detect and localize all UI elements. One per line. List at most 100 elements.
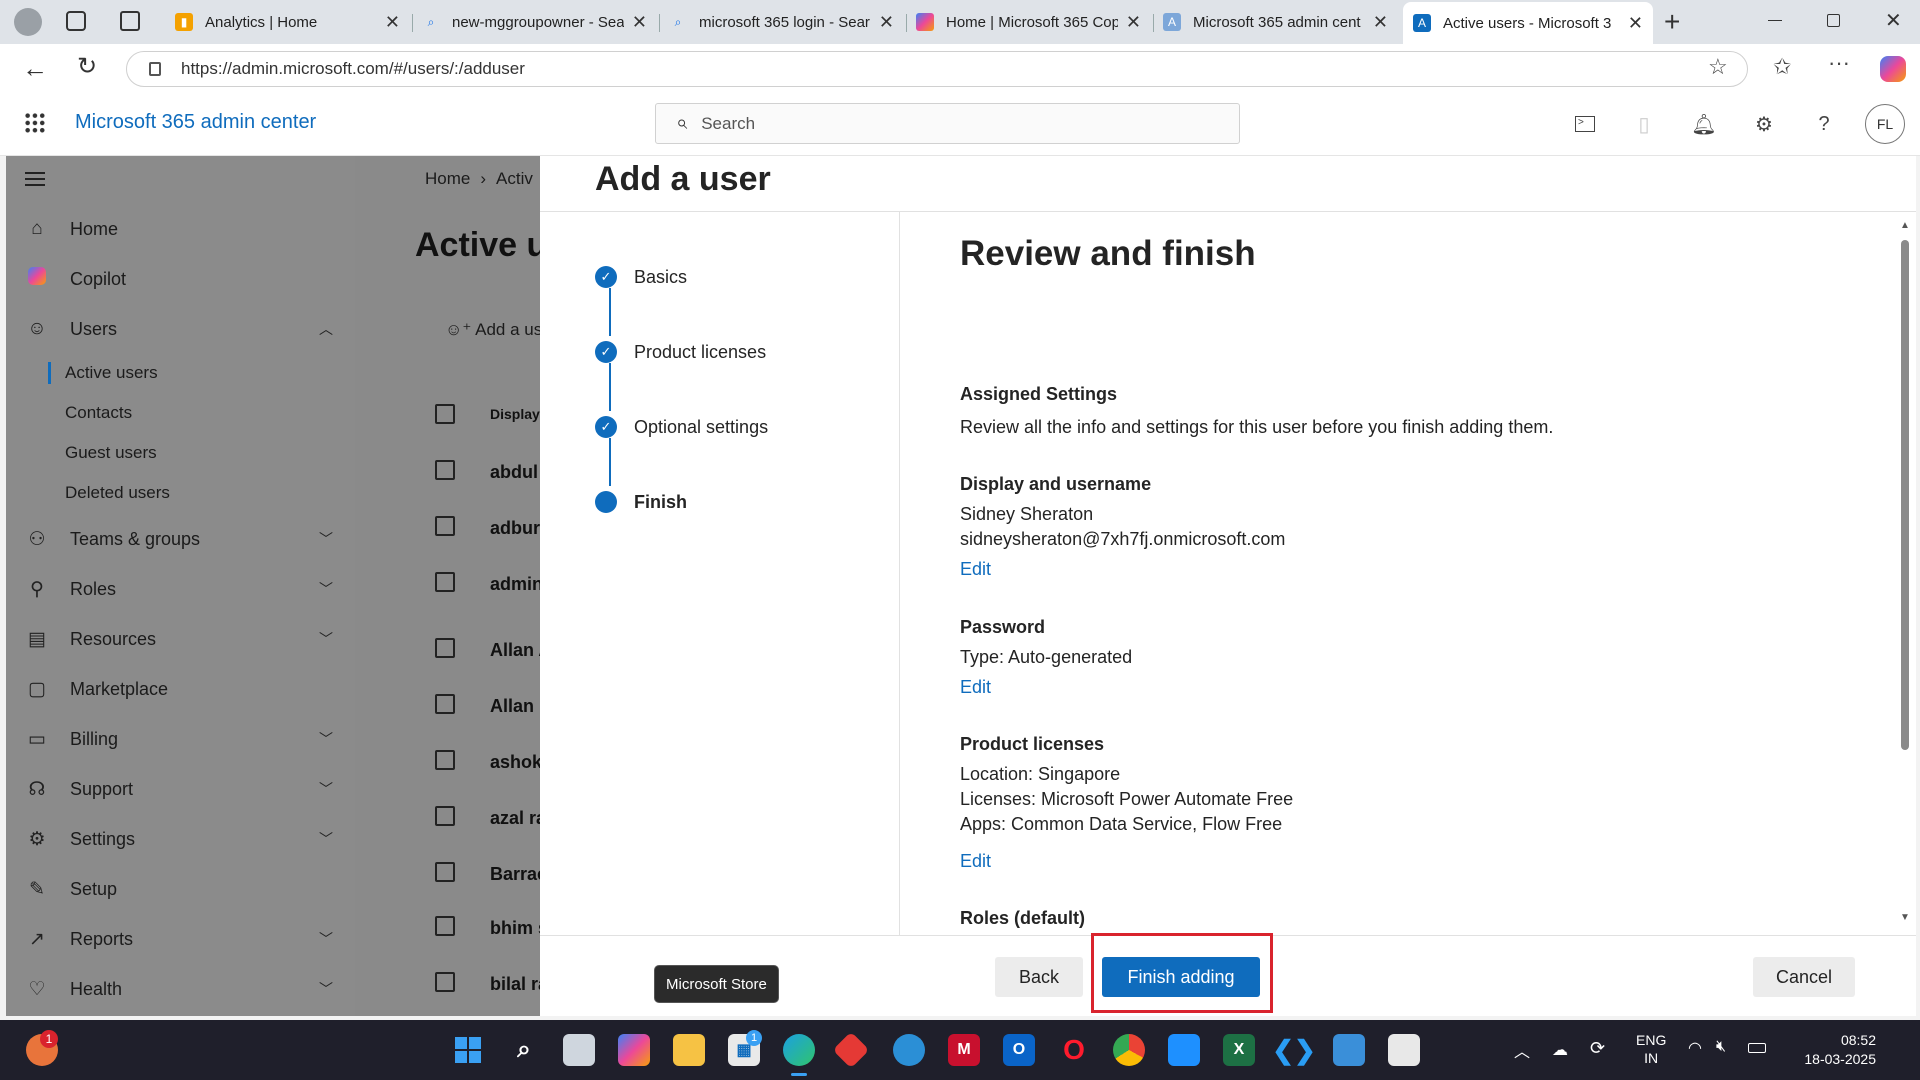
sync-icon[interactable]: ⟳ bbox=[1590, 1038, 1605, 1059]
scrollbar-thumb[interactable] bbox=[1901, 240, 1909, 750]
back-icon[interactable]: ← bbox=[22, 53, 48, 84]
settings-gear-icon[interactable]: ⚙ bbox=[1750, 110, 1778, 138]
back-button[interactable]: Back bbox=[995, 957, 1083, 997]
row-checkbox[interactable] bbox=[435, 516, 455, 536]
copilot-browser-icon[interactable] bbox=[1880, 56, 1906, 82]
row-checkbox[interactable] bbox=[435, 972, 455, 992]
notification-bell-icon[interactable]: 🔔︎ bbox=[1690, 110, 1718, 138]
notepad-icon[interactable] bbox=[1333, 1034, 1365, 1066]
step-basics[interactable]: ✓ Basics bbox=[595, 266, 687, 288]
nav-marketplace[interactable]: ▢ Marketplace bbox=[6, 669, 355, 709]
row-checkbox[interactable] bbox=[435, 572, 455, 592]
edit-password-link[interactable]: Edit bbox=[960, 677, 991, 698]
edge-browser-icon[interactable] bbox=[783, 1034, 815, 1066]
step-product-licenses[interactable]: ✓ Product licenses bbox=[595, 341, 766, 363]
nav-copilot[interactable]: Copilot bbox=[6, 259, 355, 299]
table-row[interactable]: adbur bbox=[490, 518, 540, 539]
scroll-down-icon[interactable]: ▼ bbox=[1900, 912, 1910, 923]
excel-icon[interactable]: X bbox=[1223, 1034, 1255, 1066]
copilot-icon[interactable] bbox=[618, 1034, 650, 1066]
cancel-button[interactable]: Cancel bbox=[1753, 957, 1855, 997]
table-row[interactable]: Barrac bbox=[490, 864, 540, 885]
table-row[interactable]: admin bbox=[490, 574, 540, 595]
table-row[interactable]: abdul bbox=[490, 462, 538, 483]
task-view-icon[interactable] bbox=[563, 1034, 595, 1066]
tab-analytics[interactable]: ▮ Analytics | Home ✕ bbox=[165, 4, 410, 40]
chrome-icon[interactable] bbox=[1113, 1034, 1145, 1066]
workspaces-icon[interactable] bbox=[66, 11, 86, 31]
wifi-icon[interactable]: ◠ bbox=[1688, 1038, 1702, 1058]
close-icon[interactable]: ✕ bbox=[1126, 12, 1141, 33]
edit-display-link[interactable]: Edit bbox=[960, 559, 991, 580]
search-box[interactable]: ⌕ Search bbox=[655, 103, 1240, 144]
nav-setup[interactable]: ✎ Setup bbox=[6, 869, 355, 909]
nav-guest-users[interactable]: Guest users bbox=[65, 443, 157, 463]
nav-roles[interactable]: ⚲ Roles ﹀ bbox=[6, 569, 355, 609]
nav-reports[interactable]: ↗ Reports ﹀ bbox=[6, 919, 355, 959]
tab-active-users[interactable]: A Active users - Microsoft 3 ✕ bbox=[1403, 2, 1653, 44]
snipping-tool-icon[interactable] bbox=[1388, 1034, 1420, 1066]
battery-icon[interactable] bbox=[1748, 1043, 1766, 1053]
edit-licenses-link[interactable]: Edit bbox=[960, 851, 991, 872]
row-checkbox[interactable] bbox=[435, 694, 455, 714]
step-optional-settings[interactable]: ✓ Optional settings bbox=[595, 416, 768, 438]
tab-search-mggroupowner[interactable]: ⌕ new-mggroupowner - Sea ✕ bbox=[412, 4, 657, 40]
nav-support[interactable]: ☊ Support ﹀ bbox=[6, 769, 355, 809]
tab-actions-icon[interactable] bbox=[120, 11, 140, 31]
table-row[interactable]: bilal ra bbox=[490, 974, 540, 995]
photos-icon[interactable] bbox=[1168, 1034, 1200, 1066]
row-checkbox[interactable] bbox=[435, 916, 455, 936]
table-row[interactable]: bhim s bbox=[490, 918, 540, 939]
add-user-command[interactable]: ☺⁺ Add a user bbox=[445, 320, 540, 340]
scroll-up-icon[interactable]: ▲ bbox=[1900, 220, 1910, 231]
windows-start-icon[interactable] bbox=[452, 1034, 484, 1066]
close-icon[interactable]: ✕ bbox=[632, 12, 647, 33]
search-icon[interactable]: ⌕ bbox=[508, 1034, 540, 1066]
close-icon[interactable]: ✕ bbox=[879, 12, 894, 33]
app-icon[interactable] bbox=[893, 1034, 925, 1066]
avatar[interactable]: FL bbox=[1865, 104, 1905, 144]
favorite-star-icon[interactable]: ☆ bbox=[1708, 54, 1728, 80]
more-icon[interactable]: ··· bbox=[1828, 50, 1850, 76]
step-finish[interactable]: Finish bbox=[595, 491, 687, 513]
address-bar[interactable]: https://admin.microsoft.com/#/users/:/ad… bbox=[126, 51, 1748, 87]
outlook-icon[interactable]: O bbox=[1003, 1034, 1035, 1066]
nav-health[interactable]: ♡ Health ﹀ bbox=[6, 969, 355, 1009]
row-checkbox[interactable] bbox=[435, 638, 455, 658]
close-icon[interactable]: ✕ bbox=[385, 12, 400, 33]
hamburger-icon[interactable] bbox=[25, 172, 45, 186]
nav-contacts[interactable]: Contacts bbox=[65, 403, 132, 423]
row-checkbox[interactable] bbox=[435, 862, 455, 882]
table-row[interactable]: Allan D bbox=[490, 696, 540, 717]
nav-home[interactable]: ⌂ Home bbox=[6, 209, 355, 249]
nav-deleted-users[interactable]: Deleted users bbox=[65, 483, 170, 503]
mcafee-icon[interactable]: M bbox=[948, 1034, 980, 1066]
tab-copilot-home[interactable]: Home | Microsoft 365 Cop ✕ bbox=[906, 4, 1151, 40]
table-row[interactable]: azal ra bbox=[490, 808, 540, 829]
tab-search-365-login[interactable]: ⌕ microsoft 365 login - Sear ✕ bbox=[659, 4, 904, 40]
vscode-icon[interactable]: ❮❯ bbox=[1272, 1034, 1316, 1066]
new-tab-icon[interactable]: + bbox=[1664, 6, 1680, 38]
row-checkbox[interactable] bbox=[435, 806, 455, 826]
onedrive-icon[interactable]: ☁ bbox=[1552, 1040, 1568, 1060]
row-checkbox[interactable] bbox=[435, 750, 455, 770]
restore-icon[interactable] bbox=[1827, 14, 1840, 27]
file-explorer-icon[interactable] bbox=[673, 1034, 705, 1066]
opera-icon[interactable]: O bbox=[1058, 1034, 1090, 1066]
app-launcher-icon[interactable] bbox=[24, 112, 46, 134]
row-checkbox[interactable] bbox=[435, 460, 455, 480]
nav-users[interactable]: ☺ Users ︿ bbox=[6, 309, 355, 349]
app-title[interactable]: Microsoft 365 admin center bbox=[75, 111, 316, 134]
terminal-icon[interactable]: > bbox=[1571, 110, 1599, 138]
window-close-icon[interactable]: ✕ bbox=[1885, 8, 1902, 33]
favorites-icon[interactable]: ✩ bbox=[1773, 54, 1791, 80]
close-icon[interactable]: ✕ bbox=[1628, 13, 1643, 34]
help-icon[interactable]: ? bbox=[1810, 110, 1838, 138]
nav-resources[interactable]: ▤ Resources ﹀ bbox=[6, 619, 355, 659]
nav-teams-groups[interactable]: ⚇ Teams & groups ﹀ bbox=[6, 519, 355, 559]
refresh-icon[interactable]: ↻ bbox=[77, 52, 97, 81]
language-indicator[interactable]: ENG IN bbox=[1636, 1031, 1666, 1067]
minimize-icon[interactable] bbox=[1768, 20, 1782, 21]
profile-icon[interactable] bbox=[14, 8, 42, 36]
table-row[interactable]: Allan A bbox=[490, 640, 540, 661]
